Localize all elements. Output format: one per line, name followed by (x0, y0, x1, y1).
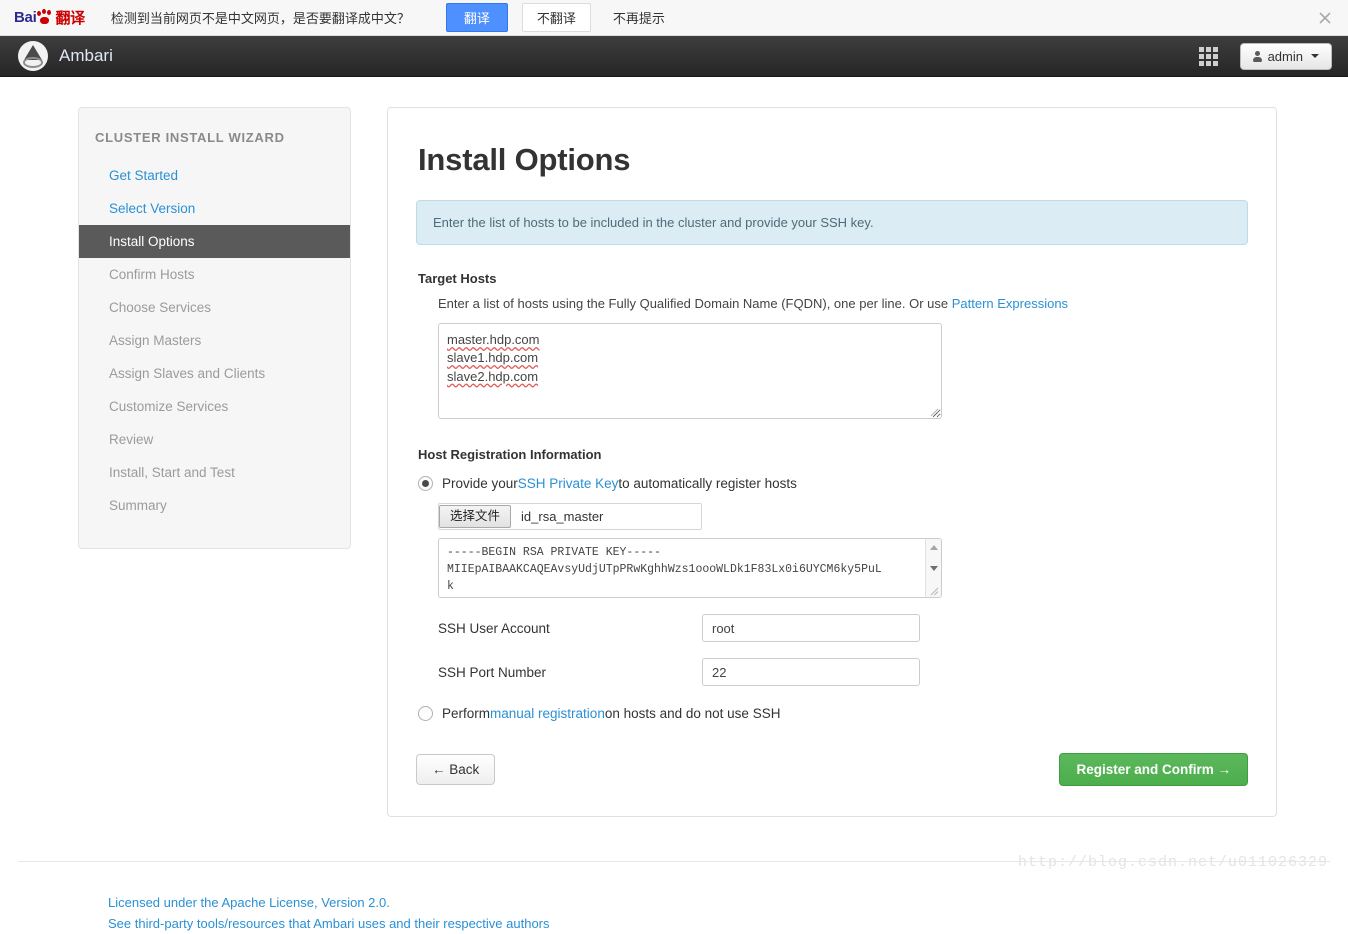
manual-registration-option-row[interactable]: Perform manual registration on hosts and… (418, 706, 1248, 721)
host-entry: slave2.hdp.com (447, 368, 539, 384)
close-icon[interactable] (1318, 11, 1332, 25)
choose-file-button[interactable]: 选择文件 (439, 505, 512, 528)
scroll-up-icon[interactable] (930, 545, 938, 550)
page-body: CLUSTER INSTALL WIZARD Get Started Selec… (0, 77, 1348, 817)
translate-prompt-message: 检测到当前网页不是中文网页，是否要翻译成中文？ (110, 11, 410, 26)
chevron-down-icon (1311, 54, 1319, 58)
ssh-option-text-before: Provide your (442, 476, 518, 491)
selected-file-name: id_rsa_master (521, 509, 604, 524)
baidu-logo-text: Bai (14, 9, 37, 26)
ssh-option-row[interactable]: Provide your SSH Private Key to automati… (418, 476, 1248, 491)
host-registration-heading: Host Registration Information (418, 447, 602, 462)
target-hosts-helper: Enter a list of hosts using the Fully Qu… (438, 296, 1248, 311)
cluster-install-wizard-sidebar: CLUSTER INSTALL WIZARD Get Started Selec… (78, 107, 351, 549)
register-and-confirm-button[interactable]: Register and Confirm → (1059, 753, 1248, 786)
sidebar-item-confirm-hosts: Confirm Hosts (109, 267, 195, 282)
baidu-logo: Bai 翻译 (14, 7, 85, 28)
never-prompt-button[interactable]: 不再提示 (607, 7, 671, 28)
manual-registration-link[interactable]: manual registration (490, 706, 605, 721)
target-hosts-input[interactable]: master.hdp.com slave1.hdp.com slave2.hdp… (438, 323, 942, 419)
ssh-private-key-textarea[interactable]: -----BEGIN RSA PRIVATE KEY----- MIIEpAIB… (438, 538, 942, 598)
footer: Licensed under the Apache License, Versi… (0, 862, 1348, 934)
translate-button[interactable]: 翻译 (445, 3, 508, 32)
sidebar-item-install-options[interactable]: Install Options (79, 225, 350, 258)
apache-license-link[interactable]: Licensed under the Apache License, Versi… (108, 892, 1348, 913)
ssh-private-key-content: -----BEGIN RSA PRIVATE KEY----- MIIEpAIB… (447, 546, 882, 593)
sidebar-item-assign-masters: Assign Masters (109, 333, 202, 348)
ssh-key-file-picker[interactable]: 选择文件 id_rsa_master (438, 503, 702, 530)
baidu-fanyi-text: 翻译 (55, 10, 85, 27)
ssh-user-account-row: SSH User Account (438, 614, 1248, 642)
wizard-title: CLUSTER INSTALL WIZARD (95, 130, 285, 145)
sidebar-item-choose-services: Choose Services (109, 300, 212, 315)
info-alert: Enter the list of hosts to be included i… (416, 200, 1248, 245)
brand-home-link[interactable]: Ambari (18, 41, 113, 71)
target-hosts-heading: Target Hosts (418, 271, 497, 286)
sidebar-item-assign-slaves-and-clients: Assign Slaves and Clients (109, 366, 266, 381)
manual-option-text-before: Perform (442, 706, 491, 721)
ssh-port-number-input[interactable] (702, 658, 920, 686)
pattern-expressions-link[interactable]: Pattern Expressions (952, 296, 1068, 311)
key-textarea-scrollbar[interactable] (925, 539, 941, 597)
sidebar-item-summary: Summary (109, 498, 167, 513)
install-options-panel: Install Options Enter the list of hosts … (387, 107, 1277, 817)
user-icon (1252, 50, 1262, 62)
sidebar-item-customize-services: Customize Services (109, 399, 229, 414)
page-title: Install Options (418, 142, 631, 177)
sidebar-item-select-version[interactable]: Select Version (79, 192, 350, 225)
ssh-port-number-label: SSH Port Number (438, 664, 547, 680)
admin-menu-button[interactable]: admin (1239, 42, 1332, 70)
scroll-down-icon[interactable] (930, 566, 938, 571)
target-hosts-helper-text: Enter a list of hosts using the Fully Qu… (438, 296, 952, 311)
host-entry: slave1.hdp.com (447, 350, 539, 366)
third-party-tools-link[interactable]: See third-party tools/resources that Amb… (108, 913, 1348, 934)
ssh-option-text-after: to automatically register hosts (618, 476, 797, 491)
manual-option-text-after: on hosts and do not use SSH (604, 706, 781, 721)
paw-icon (37, 9, 54, 25)
watermark: http://blog.csdn.net/u011026329 (1017, 854, 1328, 871)
radio-ssh-private-key[interactable] (418, 476, 433, 491)
sidebar-item-get-started[interactable]: Get Started (79, 159, 350, 192)
host-registration-section: Host Registration Information Provide yo… (416, 447, 1248, 721)
do-not-translate-button[interactable]: 不翻译 (521, 3, 591, 32)
sidebar-item-install-start-and-test: Install, Start and Test (109, 465, 235, 480)
ssh-private-key-link[interactable]: SSH Private Key (518, 476, 619, 491)
brand-name: Ambari (59, 46, 113, 65)
baidu-translate-bar: Bai 翻译 检测到当前网页不是中文网页，是否要翻译成中文？ 翻译 不翻译 不再… (0, 0, 1348, 36)
ssh-user-account-label: SSH User Account (438, 620, 550, 636)
sidebar-item-review: Review (109, 432, 154, 447)
radio-manual-registration[interactable] (418, 706, 433, 721)
host-entry: master.hdp.com (447, 332, 540, 347)
ssh-user-account-input[interactable] (702, 614, 920, 642)
back-button[interactable]: ← Back (416, 754, 496, 785)
admin-label: admin (1267, 48, 1303, 64)
top-navbar: Ambari admin (0, 36, 1348, 77)
ambari-logo-icon (18, 41, 48, 71)
navbar-right-group: admin (1198, 42, 1332, 70)
wizard-navigation-buttons: ← Back Register and Confirm → (416, 753, 1248, 786)
apps-grid-icon[interactable] (1198, 46, 1218, 66)
resize-handle-icon[interactable] (928, 406, 939, 417)
ssh-port-number-row: SSH Port Number (438, 658, 1248, 686)
